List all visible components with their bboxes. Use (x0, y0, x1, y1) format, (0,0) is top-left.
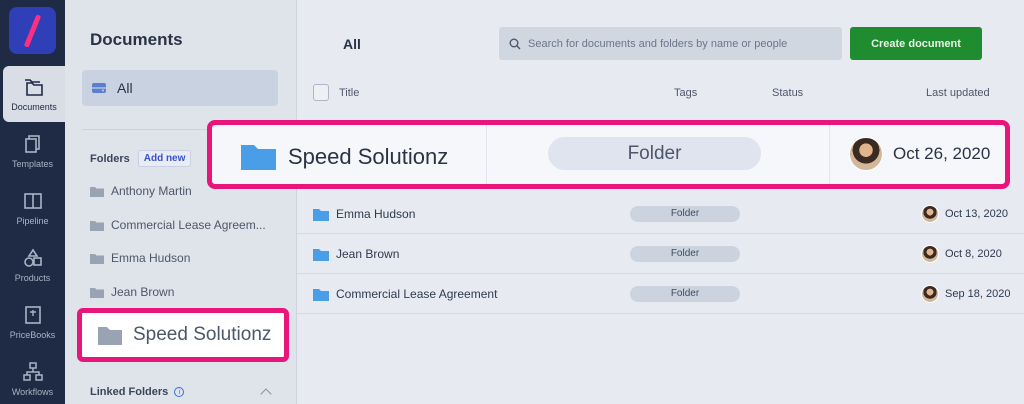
workflows-icon (22, 361, 43, 381)
all-documents-item[interactable]: All (82, 70, 278, 106)
avatar (921, 245, 939, 263)
folder-icon (313, 288, 329, 301)
rail-item-label: Documents (11, 101, 57, 112)
folder-item[interactable]: Jean Brown (90, 285, 174, 299)
search-icon (509, 38, 521, 49)
info-icon[interactable]: i (174, 387, 185, 397)
folder-icon (98, 326, 122, 345)
row-title: Speed Solutionz (241, 143, 448, 170)
rail-item-documents[interactable]: Documents (3, 66, 65, 122)
folder-icon (241, 145, 276, 170)
rail-item-products[interactable]: Products (0, 237, 65, 293)
folder-icon (313, 248, 329, 261)
rail-item-pricebooks[interactable]: PriceBooks (0, 294, 65, 350)
linked-folders-header[interactable]: Linked Folders i (90, 386, 185, 398)
tag-badge: Folder (548, 137, 761, 170)
products-icon (23, 248, 42, 267)
rail-item-label: Workflows (11, 386, 54, 397)
search-placeholder: Search for documents and folders by name… (528, 37, 788, 50)
avatar (921, 285, 939, 303)
rail-item-label: Pipeline (16, 215, 49, 226)
folder-item[interactable]: Commercial Lease Agreem... (90, 218, 266, 232)
row-name: Speed Solutionz (288, 143, 449, 169)
tag-badge: Folder (630, 206, 740, 222)
column-tags[interactable]: Tags (674, 87, 697, 99)
highlighted-folder-row[interactable]: Speed Solutionz Folder Oct 26, 2020 (207, 120, 1010, 189)
search-input[interactable]: Search for documents and folders by name… (499, 27, 842, 60)
row-title: Emma Hudson (313, 207, 415, 221)
column-last-updated[interactable]: Last updated (926, 87, 990, 99)
row-date: Sep 18, 2020 (945, 288, 1011, 300)
cell-divider (486, 125, 487, 184)
folders-label: Folders (90, 152, 130, 165)
rail-item-label: PriceBooks (9, 329, 56, 340)
folder-item[interactable]: Anthony Martin (90, 184, 192, 198)
rail-item-label: Templates (11, 158, 54, 169)
cell-divider (829, 125, 830, 184)
row-name: Commercial Lease Agreement (336, 287, 498, 301)
folder-icon (90, 287, 104, 298)
folders-header: Folders Add new (90, 150, 192, 167)
pricebooks-icon (24, 305, 41, 324)
column-status[interactable]: Status (772, 87, 803, 99)
all-label: All (117, 80, 133, 96)
highlighted-sidebar-folder[interactable]: Speed Solutionz (77, 308, 289, 362)
main-content: All Search for documents and folders by … (297, 0, 1024, 404)
chevron-up-icon[interactable] (260, 388, 272, 400)
avatar (921, 205, 939, 223)
row-name: Emma Hudson (336, 207, 416, 221)
folder-label: Speed Solutionz (133, 324, 272, 345)
templates-icon (24, 134, 40, 153)
folder-label: Emma Hudson (111, 251, 191, 265)
folder-icon (90, 186, 104, 197)
row-updated: Oct 8, 2020 (921, 245, 1002, 263)
linked-folders-label: Linked Folders (90, 386, 169, 398)
row-date: Oct 13, 2020 (945, 208, 1008, 220)
column-title[interactable]: Title (339, 87, 359, 99)
tag-badge: Folder (630, 246, 740, 262)
nav-rail: Documents Templates Pipeline Products Pr… (0, 0, 65, 404)
row-updated: Oct 13, 2020 (921, 205, 1008, 223)
rail-item-templates[interactable]: Templates (0, 123, 65, 179)
table-header: Title Tags Status Last updated (313, 84, 1024, 104)
avatar (849, 137, 883, 171)
select-all-checkbox[interactable] (313, 84, 329, 101)
row-name: Jean Brown (336, 247, 400, 261)
tag-badge: Folder (630, 286, 740, 302)
create-document-button[interactable]: Create document (850, 27, 982, 60)
page-title: All (343, 36, 361, 52)
rail-item-label: Products (14, 272, 51, 283)
folder-icon (90, 253, 104, 264)
rail-item-pipeline[interactable]: Pipeline (0, 180, 65, 236)
add-folder-button[interactable]: Add new (137, 150, 192, 167)
row-date: Oct 8, 2020 (945, 248, 1002, 260)
table-row[interactable]: Commercial Lease Agreement Folder Sep 18… (297, 274, 1024, 314)
row-updated: Sep 18, 2020 (921, 285, 1010, 303)
rail-item-workflows[interactable]: Workflows (0, 351, 65, 404)
folder-label: Anthony Martin (111, 184, 192, 198)
drive-icon (92, 83, 106, 93)
folder-icon (313, 208, 329, 221)
table-row[interactable]: Jean Brown Folder Oct 8, 2020 (297, 234, 1024, 274)
app-logo[interactable] (9, 7, 56, 54)
folder-label: Jean Brown (111, 285, 175, 299)
table-row[interactable]: Emma Hudson Folder Oct 13, 2020 (297, 194, 1024, 234)
folder-icon (90, 220, 104, 231)
panel-title: Documents (90, 30, 183, 49)
row-title: Commercial Lease Agreement (313, 287, 497, 301)
folder-item[interactable]: Emma Hudson (90, 251, 190, 265)
row-title: Jean Brown (313, 247, 399, 261)
row-date: Oct 26, 2020 (893, 144, 991, 163)
folder-label: Commercial Lease Agreem... (111, 218, 266, 232)
folders-icon (25, 78, 43, 96)
pipeline-icon (23, 192, 42, 209)
row-updated: Oct 26, 2020 (849, 137, 990, 171)
